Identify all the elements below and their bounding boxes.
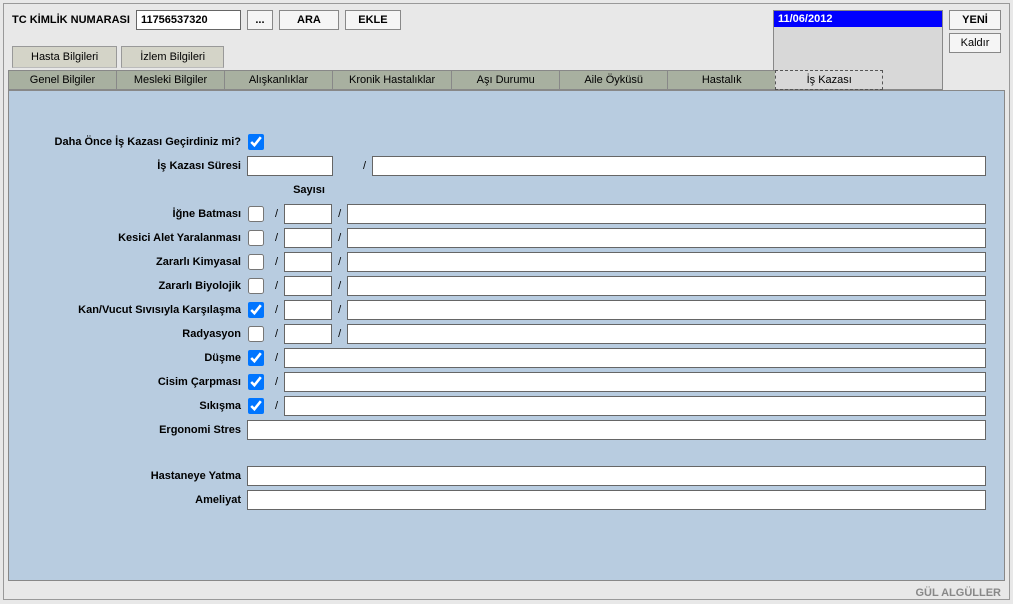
form-panel: Daha Önce İş Kazası Geçirdiniz mi? İş Ka… <box>8 90 1005 581</box>
kimyasal-count-input[interactable] <box>284 252 332 272</box>
igne-count-input[interactable] <box>284 204 332 224</box>
kimyasal-desc-input[interactable] <box>347 252 986 272</box>
radyasyon-checkbox[interactable] <box>247 326 265 342</box>
igne-desc-input[interactable] <box>347 204 986 224</box>
kimyasal-label: Zararlı Kimyasal <box>27 256 247 268</box>
hastane-input[interactable] <box>247 466 986 486</box>
duration-label: İş Kazası Süresi <box>27 160 247 172</box>
main-tabs: Hasta Bilgileri İzlem Bilgileri <box>4 46 1009 68</box>
kan-label: Kan/Vucut Sıvısıyla Karşılaşma <box>27 304 247 316</box>
tab-hastalik[interactable]: Hastalık <box>667 70 775 90</box>
sikisma-label: Sıkışma <box>27 400 247 412</box>
dusme-label: Düşme <box>27 352 247 364</box>
igne-checkbox[interactable] <box>247 206 265 222</box>
prev-accident-checkbox[interactable] <box>247 134 265 150</box>
ergonomi-input[interactable] <box>247 420 986 440</box>
biyolojik-label: Zararlı Biyolojik <box>27 280 247 292</box>
kesici-label: Kesici Alet Yaralanması <box>27 232 247 244</box>
dusme-desc-input[interactable] <box>284 348 986 368</box>
search-button[interactable]: ARA <box>279 10 339 30</box>
biyolojik-desc-input[interactable] <box>347 276 986 296</box>
radyasyon-label: Radyasyon <box>27 328 247 340</box>
visit-list-item[interactable]: 11/06/2012 <box>774 11 942 27</box>
hastane-label: Hastaneye Yatma <box>27 470 247 482</box>
add-button[interactable]: EKLE <box>345 10 401 30</box>
kimyasal-checkbox[interactable] <box>247 254 265 270</box>
kan-count-input[interactable] <box>284 300 332 320</box>
tab-is-kazasi[interactable]: İş Kazası <box>775 70 883 90</box>
sikisma-checkbox[interactable] <box>247 398 265 414</box>
tab-hasta-bilgileri[interactable]: Hasta Bilgileri <box>12 46 117 68</box>
tab-aliskanliklar[interactable]: Alışkanlıklar <box>224 70 332 90</box>
tab-kronik-hastaliklar[interactable]: Kronik Hastalıklar <box>332 70 451 90</box>
ameliyat-input[interactable] <box>247 490 986 510</box>
slash-icon: / <box>357 160 372 172</box>
count-header: Sayısı <box>285 184 333 196</box>
duration-input[interactable] <box>247 156 333 176</box>
tc-id-label: TC KİMLİK NUMARASI <box>12 10 130 26</box>
cisim-checkbox[interactable] <box>247 374 265 390</box>
tab-aile-oykusu[interactable]: Aile Öyküsü <box>559 70 667 90</box>
radyasyon-desc-input[interactable] <box>347 324 986 344</box>
status-bar: GÜL ALGÜLLER <box>4 585 1009 599</box>
tab-izlem-bilgileri[interactable]: İzlem Bilgileri <box>121 46 224 68</box>
cisim-desc-input[interactable] <box>284 372 986 392</box>
browse-button[interactable]: ... <box>247 10 273 30</box>
cisim-label: Cisim Çarpması <box>27 376 247 388</box>
kan-desc-input[interactable] <box>347 300 986 320</box>
kesici-count-input[interactable] <box>284 228 332 248</box>
tc-id-input[interactable] <box>136 10 241 30</box>
duration-desc-input[interactable] <box>372 156 986 176</box>
sub-tabs: Genel Bilgiler Mesleki Bilgiler Alışkanl… <box>4 70 1009 90</box>
ergonomi-label: Ergonomi Stres <box>27 424 247 436</box>
kesici-checkbox[interactable] <box>247 230 265 246</box>
sikisma-desc-input[interactable] <box>284 396 986 416</box>
igne-label: İğne Batması <box>27 208 247 220</box>
tab-mesleki-bilgiler[interactable]: Mesleki Bilgiler <box>116 70 224 90</box>
new-button[interactable]: YENİ <box>949 10 1001 30</box>
ameliyat-label: Ameliyat <box>27 494 247 506</box>
tab-genel-bilgiler[interactable]: Genel Bilgiler <box>8 70 116 90</box>
app-window: TC KİMLİK NUMARASI ... ARA EKLE 11/06/20… <box>3 3 1010 600</box>
prev-accident-label: Daha Önce İş Kazası Geçirdiniz mi? <box>27 136 247 148</box>
biyolojik-checkbox[interactable] <box>247 278 265 294</box>
kesici-desc-input[interactable] <box>347 228 986 248</box>
radyasyon-count-input[interactable] <box>284 324 332 344</box>
biyolojik-count-input[interactable] <box>284 276 332 296</box>
kan-checkbox[interactable] <box>247 302 265 318</box>
tab-asi-durumu[interactable]: Aşı Durumu <box>451 70 559 90</box>
dusme-checkbox[interactable] <box>247 350 265 366</box>
